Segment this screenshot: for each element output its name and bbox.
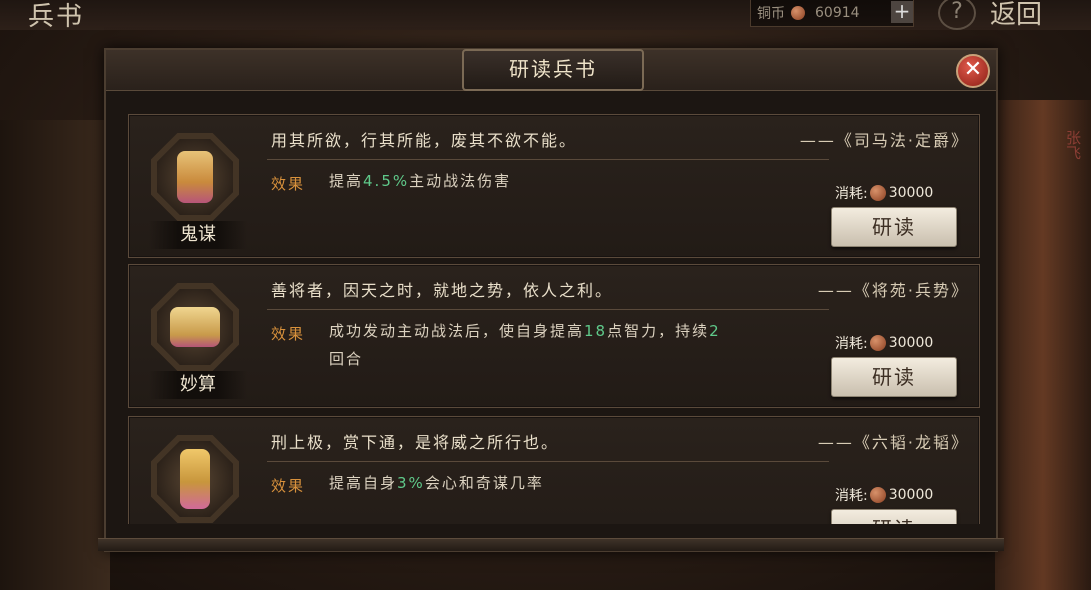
copper-coin-icon [791,6,805,20]
book-name: 鬼谋 [149,221,247,249]
book-name: 妙算 [149,371,247,399]
coin-amount: 60914 [815,5,860,21]
divider [267,309,829,310]
dialog-header: 研读兵书 ✕ [106,49,996,91]
book-quote: 用其所欲，行其所能，废其不欲不能。 [271,131,578,150]
book-source: ——《司马法·定爵》 [799,131,969,150]
cost: 消耗: 30000 [835,485,933,505]
top-bar: 兵书 铜币 60914 + ? 返回 [0,0,1091,32]
background-art-left [0,120,110,590]
book-card: 鬼谋 用其所欲，行其所能，废其不欲不能。 ——《司马法·定爵》 效果 提高4.5… [128,114,980,258]
book-badge-frame [151,435,239,523]
study-button[interactable]: 研读 [831,509,957,524]
cost-amount: 30000 [888,335,934,351]
copper-coin-icon [869,487,886,503]
effect-text-pre: 成功发动主动战法后，使自身提高 [329,322,585,340]
add-coin-button[interactable]: + [891,1,913,23]
general-name: 张飞 [1064,130,1082,160]
fist-icon [177,151,213,203]
effect-text-pre: 提高自身 [329,474,398,492]
effect-text-post: 会心和奇谋几率 [424,474,544,492]
effect-label: 效果 [271,477,306,495]
effect-value: 4.5% [363,172,410,190]
cost-label: 消耗: [835,488,868,504]
study-book-dialog: 研读兵书 ✕ 鬼谋 用其所欲，行其所能，废其不欲不能。 ——《司马法·定爵》 效… [98,48,1004,552]
cost-label: 消耗: [835,186,868,202]
page-title: 兵书 [28,2,85,32]
effect-value: 18 [584,322,608,340]
dialog-title: 研读兵书 [462,49,644,91]
copper-coin-icon [869,335,886,351]
effect-value: 3% [397,474,425,492]
book-badge-frame [151,133,239,221]
effect-label: 效果 [271,175,306,193]
divider [267,159,829,160]
book-quote: 刑上极，赏下通，是将威之所行也。 [271,433,560,452]
copper-coin-icon [869,185,886,201]
divider [267,461,829,462]
cost: 消耗: 30000 [835,333,933,353]
effect-text: 提高自身3%会心和奇谋几率 [329,469,819,497]
back-button[interactable]: 返回 [990,0,1042,31]
effect-text: 提高4.5%主动战法伤害 [329,167,819,195]
study-button[interactable]: 研读 [831,207,957,247]
book-list[interactable]: 鬼谋 用其所欲，行其所能，废其不欲不能。 ——《司马法·定爵》 效果 提高4.5… [106,96,996,524]
close-button[interactable]: ✕ [956,54,990,88]
book-source: ——《将苑·兵势》 [817,281,969,300]
book-quote: 善将者，因天之时，就地之势，依人之利。 [271,281,614,300]
book-source: ——《六韬·龙韬》 [817,433,969,452]
cost-label: 消耗: [835,336,868,352]
coin-display: 铜币 60914 + [750,0,914,27]
effect-text-pre: 提高 [329,172,364,190]
effect-text: 成功发动主动战法后，使自身提高18点智力，持续2 回合 [329,317,819,373]
general-portrait [995,100,1091,590]
figure-icon [180,449,210,509]
book-badge-frame [151,283,239,371]
effect-label: 效果 [271,325,306,343]
effect-text-post: 点智力，持续 [607,322,710,340]
effect-value-2: 2 [709,322,721,340]
effect-text-post: 主动战法伤害 [409,172,512,190]
book-card: 妙算 善将者，因天之时，就地之势，依人之利。 ——《将苑·兵势》 效果 成功发动… [128,264,980,408]
help-button[interactable]: ? [938,0,976,30]
book-card: 刑上极，赏下通，是将威之所行也。 ——《六韬·龙韬》 效果 提高自身3%会心和奇… [128,416,980,524]
cost-amount: 30000 [888,487,934,503]
dialog-footer [98,538,1004,551]
coin-label: 铜币 [757,6,785,22]
cost: 消耗: 30000 [835,183,933,203]
study-button[interactable]: 研读 [831,357,957,397]
scroll-icon [170,307,220,347]
effect-text-post-2: 回合 [329,350,364,368]
cost-amount: 30000 [888,185,934,201]
